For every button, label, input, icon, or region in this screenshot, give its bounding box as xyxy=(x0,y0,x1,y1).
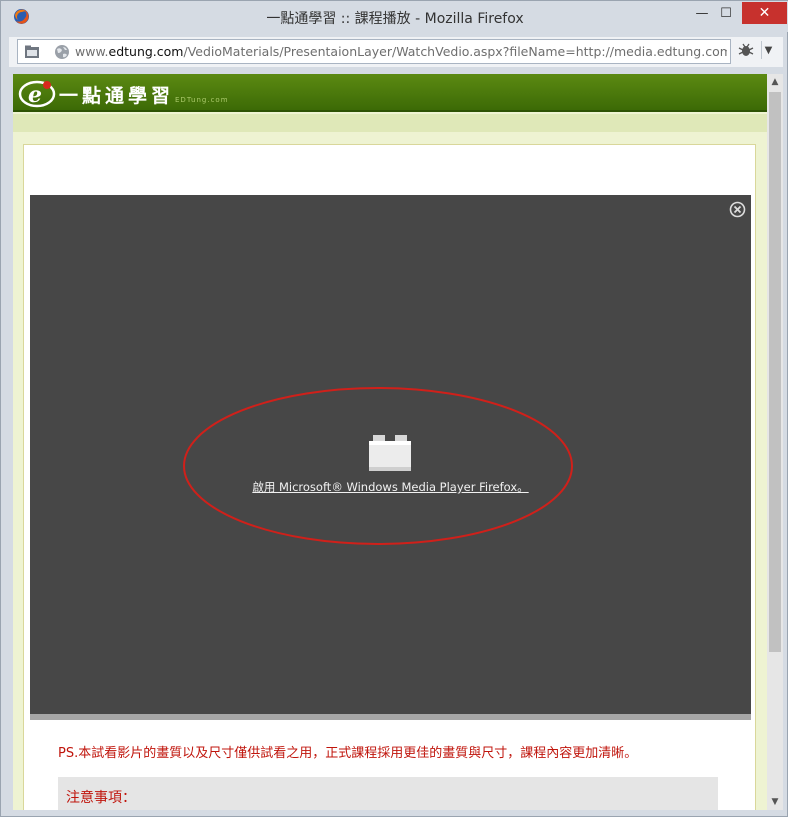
bug-icon[interactable] xyxy=(738,43,754,57)
navigation-bar: www.edtung.com/VedioMaterials/Presentaio… xyxy=(9,37,783,67)
notes-section: 注意事項： xyxy=(58,777,718,810)
scroll-thumb[interactable] xyxy=(769,92,781,652)
svg-text:e: e xyxy=(28,82,42,108)
scroll-down-arrow-icon[interactable]: ▼ xyxy=(767,794,783,810)
url-bar[interactable]: www.edtung.com/VedioMaterials/Presentaio… xyxy=(17,39,731,64)
enable-plugin-link[interactable]: 啟用 Microsoft® Windows Media Player Firef… xyxy=(30,479,751,495)
close-circle-icon[interactable] xyxy=(729,201,746,218)
page-icon xyxy=(25,45,39,58)
vertical-scrollbar[interactable]: ▲ ▼ xyxy=(767,74,783,810)
plugin-icon[interactable] xyxy=(369,435,411,471)
site-name: 一點通學習 xyxy=(59,85,175,107)
url-text: www.edtung.com/VedioMaterials/Presentaio… xyxy=(75,44,727,59)
scroll-up-arrow-icon[interactable]: ▲ xyxy=(767,74,783,90)
page-viewport: e 一點通學習 EDTung.com 啟用 Microsoft® Windows… xyxy=(13,74,767,810)
url-domain: edtung.com xyxy=(108,44,184,59)
preview-quality-notice: PS.本試看影片的畫質以及尺寸僅供試看之用，正式課程採用更佳的畫質與尺寸，課程內… xyxy=(58,746,638,761)
title-bar[interactable]: 一點通學習 :: 課程播放 - Mozilla Firefox — ☐ ✕ xyxy=(1,1,788,32)
header-band xyxy=(13,114,767,132)
media-player[interactable]: 啟用 Microsoft® Windows Media Player Firef… xyxy=(30,195,751,720)
maximize-button[interactable]: ☐ xyxy=(714,2,738,24)
close-window-button[interactable]: ✕ xyxy=(742,2,787,24)
window-title: 一點通學習 :: 課程播放 - Mozilla Firefox xyxy=(266,11,524,27)
content-panel: 啟用 Microsoft® Windows Media Player Firef… xyxy=(23,144,756,810)
notes-title: 注意事項： xyxy=(66,790,136,806)
edtung-logo[interactable]: e xyxy=(17,78,57,110)
minimize-button[interactable]: — xyxy=(691,2,713,24)
globe-icon xyxy=(55,45,69,59)
browser-window: 一點通學習 :: 課程播放 - Mozilla Firefox — ☐ ✕ ww… xyxy=(0,0,788,817)
site-subname: EDTung.com xyxy=(175,96,229,104)
url-prefix: www. xyxy=(75,44,109,59)
url-path: /VedioMaterials/PresentaionLayer/WatchVe… xyxy=(183,44,727,59)
site-header: e 一點通學習 EDTung.com xyxy=(13,74,767,112)
chevron-down-icon[interactable]: ▼ xyxy=(761,41,775,59)
